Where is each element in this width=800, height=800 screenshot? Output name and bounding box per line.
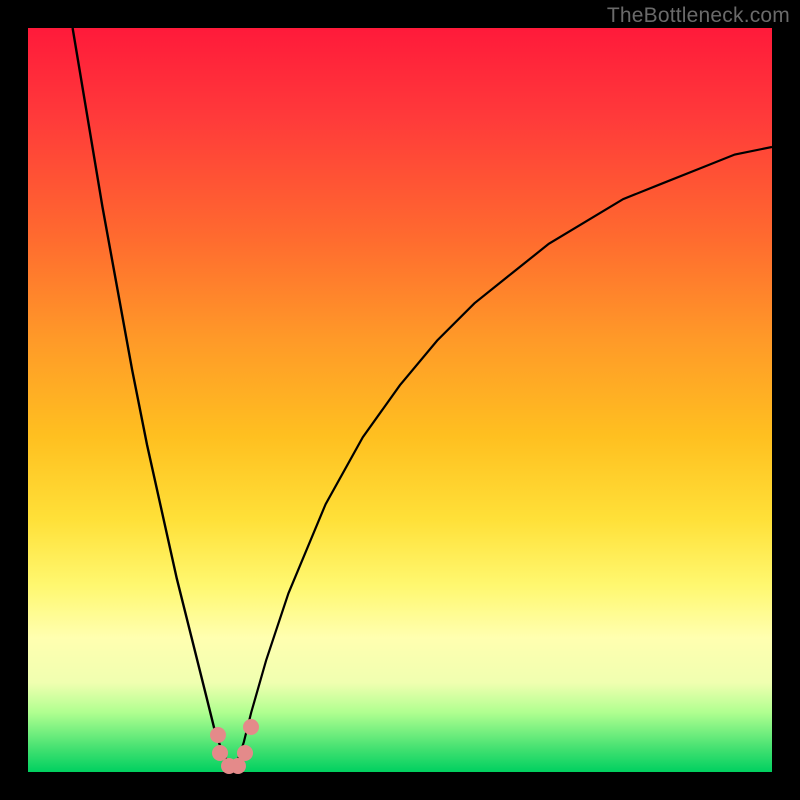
curve-left-branch bbox=[73, 28, 233, 772]
chart-frame: TheBottleneck.com bbox=[0, 0, 800, 800]
plot-area bbox=[28, 28, 772, 772]
optimum-marker bbox=[237, 745, 253, 761]
watermark-text: TheBottleneck.com bbox=[607, 4, 790, 28]
bottleneck-curve bbox=[28, 28, 772, 772]
optimum-marker bbox=[243, 719, 259, 735]
curve-right-branch bbox=[233, 147, 772, 772]
optimum-marker bbox=[210, 727, 226, 743]
